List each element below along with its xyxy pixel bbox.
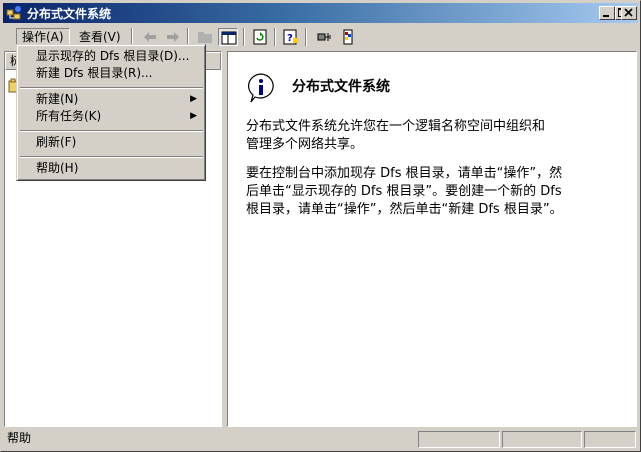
- status-panel: [584, 431, 636, 448]
- forward-arrow-icon: [167, 32, 179, 42]
- help-icon: ?: [283, 29, 298, 45]
- minimize-button[interactable]: [599, 6, 615, 20]
- show-hide-tree-icon: [221, 31, 237, 45]
- instruction-line: 根目录，请单击“操作”，然后单击“新建 Dfs 根目录”。: [246, 202, 563, 217]
- menu-item-label: 新建(N): [36, 92, 79, 106]
- properties-icon: [343, 29, 353, 45]
- info-icon: [247, 73, 274, 103]
- menu-item-new[interactable]: 新建(N) ▶: [20, 91, 203, 108]
- close-button[interactable]: [621, 6, 637, 20]
- menu-separator: [20, 156, 203, 158]
- content-pane: 分布式文件系统 分布式文件系统允许您在一个逻辑名称空间中组织和 管理多个网络共享…: [227, 51, 637, 427]
- close-icon: [624, 8, 633, 17]
- minimize-icon: [603, 15, 609, 17]
- status-text: 帮助: [7, 431, 32, 445]
- menu-item-new-dfs-root[interactable]: 新建 Dfs 根目录(R)...: [20, 65, 203, 82]
- show-hide-tree-button[interactable]: [218, 28, 238, 46]
- refresh-button[interactable]: [250, 28, 270, 46]
- instructions-paragraph: 要在控制台中添加现存 Dfs 根目录，请单击“操作”，然 后单击“显示现存的 D…: [246, 165, 606, 219]
- title-bar[interactable]: 分布式文件系统: [3, 3, 638, 23]
- dfs-window: 分布式文件系统 操作(A) 查看(V) ? 分布式文件系统 分布式文件系统允许您…: [0, 0, 641, 452]
- submenu-arrow-icon: ▶: [190, 94, 197, 104]
- description-line: 分布式文件系统允许您在一个逻辑名称空间中组织和: [246, 119, 546, 134]
- toolbar-separator: [305, 28, 307, 46]
- status-panel: [502, 431, 582, 448]
- refresh-icon: [253, 29, 267, 45]
- toolbar-separator: [243, 28, 245, 46]
- status-bar: 帮助: [3, 429, 638, 449]
- description-line: 管理多个网络共享。: [246, 137, 364, 152]
- menu-separator: [20, 130, 203, 132]
- content-heading: 分布式文件系统: [292, 79, 390, 95]
- menu-item-show-existing-root[interactable]: 显示现存的 Dfs 根目录(D)...: [20, 48, 203, 65]
- menu-item-help[interactable]: 帮助(H): [20, 160, 203, 177]
- window-title: 分布式文件系统: [27, 7, 112, 21]
- menu-separator: [20, 87, 203, 89]
- back-arrow-icon: [144, 32, 156, 42]
- instruction-line: 后单击“显示现存的 Dfs 根目录”。要创建一个新的 Dfs: [246, 184, 562, 199]
- submenu-arrow-icon: ▶: [190, 111, 197, 121]
- action-dropdown-menu: 显示现存的 Dfs 根目录(D)... 新建 Dfs 根目录(R)... 新建(…: [16, 44, 206, 181]
- help-button[interactable]: ?: [281, 28, 301, 46]
- svg-text:?: ?: [287, 33, 293, 44]
- connect-icon: [317, 33, 331, 41]
- properties-button[interactable]: [338, 28, 358, 46]
- description-paragraph: 分布式文件系统允许您在一个逻辑名称空间中组织和 管理多个网络共享。: [246, 118, 606, 154]
- menu-item-refresh[interactable]: 刷新(F): [20, 134, 203, 151]
- up-folder-icon: [198, 32, 212, 43]
- menu-item-all-tasks[interactable]: 所有任务(K) ▶: [20, 108, 203, 125]
- menu-item-label: 所有任务(K): [36, 109, 102, 123]
- status-panel: [418, 431, 500, 448]
- connect-button[interactable]: [315, 28, 335, 46]
- toolbar-separator: [274, 28, 276, 46]
- dfs-app-icon: [6, 6, 21, 20]
- instruction-line: 要在控制台中添加现存 Dfs 根目录，请单击“操作”，然: [246, 166, 563, 181]
